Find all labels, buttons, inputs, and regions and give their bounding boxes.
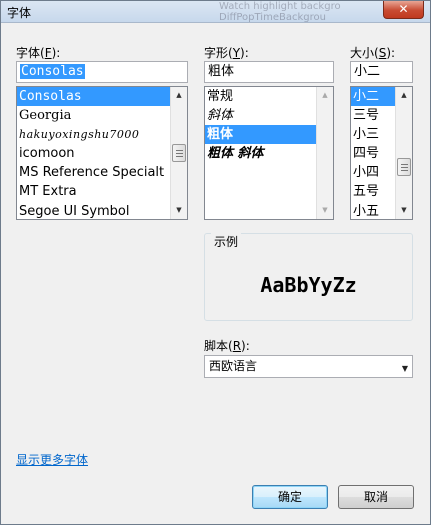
script-label: 脚本(R):: [204, 339, 250, 353]
font-list[interactable]: Consolas Georgia hakuyoxingshu7000 icomo…: [16, 86, 188, 220]
ok-button[interactable]: 确定: [252, 485, 328, 509]
scroll-up-icon[interactable]: ▲: [317, 87, 333, 104]
style-list-item[interactable]: 粗体: [205, 125, 317, 145]
size-label: 大小(S):: [350, 46, 396, 60]
background-line: Watch highlight backgro: [219, 1, 341, 12]
font-list-scrollbar[interactable]: ▲ ▼: [170, 87, 187, 219]
font-list-item[interactable]: icomoon: [17, 144, 171, 163]
font-size-value: 小二: [354, 64, 381, 79]
font-style-input[interactable]: 粗体: [204, 61, 334, 83]
font-size-list[interactable]: 小二 三号 小三 四号 小四 五号 小五 ▲ ▼: [350, 86, 413, 220]
font-list-item[interactable]: MT Extra: [17, 182, 171, 201]
cancel-button[interactable]: 取消: [338, 485, 414, 509]
dialog-title: 字体: [7, 6, 32, 20]
font-name-value: Consolas: [20, 64, 85, 79]
script-value: 西欧语言: [209, 359, 258, 373]
size-list-item[interactable]: 三号: [351, 106, 396, 125]
style-list-item[interactable]: 斜体: [205, 106, 317, 125]
size-list-item[interactable]: 小二: [351, 87, 396, 107]
background-window-text: Watch highlight backgro DiffPopTimeBackg…: [219, 1, 379, 22]
font-name-input[interactable]: Consolas: [16, 61, 188, 83]
scroll-down-icon[interactable]: ▼: [396, 202, 412, 219]
chevron-down-icon: ▼: [401, 364, 408, 373]
font-list-item[interactable]: MS Reference Specialt: [17, 163, 171, 182]
style-label: 字形(Y):: [204, 46, 249, 60]
close-button[interactable]: ✕: [383, 1, 424, 19]
font-list-item[interactable]: Segoe UI Symbol: [17, 202, 171, 219]
size-list-item[interactable]: 小四: [351, 163, 396, 182]
scroll-up-icon[interactable]: ▲: [396, 87, 412, 104]
font-list-item[interactable]: hakuyoxingshu7000: [17, 125, 171, 144]
size-list-scrollbar[interactable]: ▲ ▼: [395, 87, 412, 219]
size-list-item[interactable]: 五号: [351, 182, 396, 201]
font-dialog: 字体 Watch highlight backgro DiffPopTimeBa…: [0, 0, 431, 525]
preview-sample-text: AaBbYyZz: [260, 273, 357, 297]
font-style-list[interactable]: 常规 斜体 粗体 粗体 斜体 ▲ ▼: [204, 86, 334, 220]
preview-legend: 示例: [211, 233, 242, 250]
style-list-item[interactable]: 常规: [205, 87, 317, 106]
script-select[interactable]: 西欧语言 ▼: [204, 355, 413, 378]
scroll-down-icon[interactable]: ▼: [317, 202, 333, 219]
font-list-item[interactable]: Georgia: [17, 106, 171, 125]
style-list-item[interactable]: 粗体 斜体: [205, 144, 317, 163]
font-style-value: 粗体: [208, 64, 235, 79]
style-list-scrollbar[interactable]: ▲ ▼: [316, 87, 333, 219]
size-list-item[interactable]: 四号: [351, 144, 396, 163]
size-list-item[interactable]: 小三: [351, 125, 396, 144]
close-icon: ✕: [398, 2, 409, 16]
title-bar[interactable]: 字体 Watch highlight backgro DiffPopTimeBa…: [1, 1, 430, 23]
background-line: DiffPopTimeBackgrou: [219, 12, 326, 22]
font-size-input[interactable]: 小二: [350, 61, 413, 83]
scroll-thumb[interactable]: [172, 144, 186, 162]
show-more-fonts-link[interactable]: 显示更多字体: [16, 451, 88, 468]
scroll-up-icon[interactable]: ▲: [171, 87, 187, 104]
font-list-item[interactable]: Consolas: [17, 87, 171, 107]
font-label: 字体(F):: [16, 46, 61, 60]
scroll-down-icon[interactable]: ▼: [171, 202, 187, 219]
size-list-item[interactable]: 小五: [351, 202, 396, 219]
scroll-thumb[interactable]: [397, 158, 411, 176]
